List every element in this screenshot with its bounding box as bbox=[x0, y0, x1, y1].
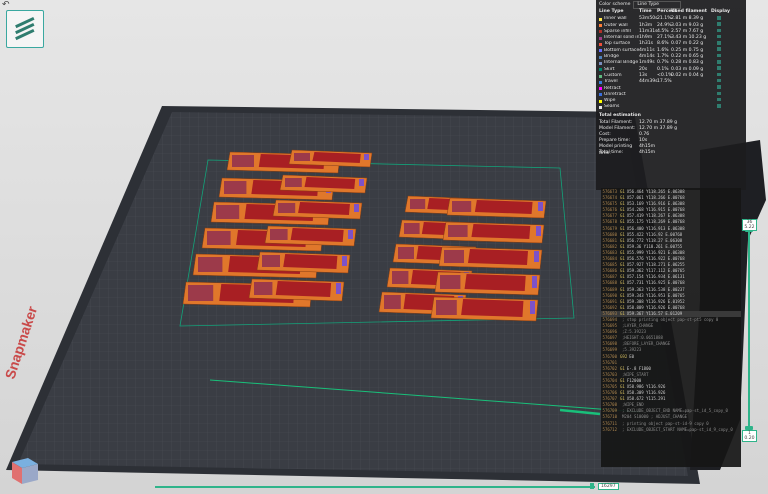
legend-percent: 0.1% bbox=[657, 66, 669, 72]
legend-name: Top surface bbox=[604, 41, 631, 47]
plate-thumbnail[interactable] bbox=[6, 10, 44, 48]
print-object[interactable] bbox=[434, 271, 541, 296]
move-slider-handle[interactable] bbox=[590, 483, 594, 489]
legend-name: Outer wall bbox=[604, 22, 628, 28]
legend-swatch bbox=[599, 61, 602, 65]
legend-swatch bbox=[599, 68, 602, 72]
layer-bottom-label: 1 0.20 bbox=[742, 430, 757, 442]
col-used: Used filament bbox=[671, 9, 707, 15]
legend-used: 0.25 m 0.75 g bbox=[671, 47, 704, 53]
legend-name: Internal solid infill bbox=[604, 35, 639, 41]
print-object[interactable] bbox=[438, 246, 543, 270]
legend-used: 2.81 m 8.39 g bbox=[671, 16, 704, 22]
legend-name: Bottom surface bbox=[604, 47, 639, 53]
gcode-line[interactable]: 576712 ; EXCLUDE_OBJECT_START NAME=pap-st… bbox=[601, 427, 741, 433]
print-object[interactable] bbox=[248, 278, 345, 302]
print-object[interactable] bbox=[288, 149, 373, 168]
legend-used: 3.03 m 9.03 g bbox=[671, 22, 704, 28]
estimation-rows: Total Filament: 12.70 m 37.89 g Model Fila… bbox=[599, 120, 743, 156]
view-cube-icon[interactable] bbox=[8, 452, 42, 486]
print-object[interactable] bbox=[272, 199, 363, 220]
back-arrow-icon[interactable]: ↶ bbox=[2, 1, 10, 10]
legend-row[interactable]: Seams bbox=[599, 104, 743, 110]
legend-swatch bbox=[599, 17, 602, 21]
legend-swatch bbox=[599, 43, 602, 47]
legend-used: 0.02 m 0.04 g bbox=[671, 72, 704, 78]
legend-time: 1h3m bbox=[639, 22, 653, 28]
color-scheme-select[interactable]: Line Type bbox=[633, 1, 682, 9]
legend-swatch bbox=[599, 80, 602, 84]
legend-panel: Color scheme Line Type Line Type Time Pe… bbox=[596, 0, 746, 190]
gcode-viewer[interactable]: 576673 G1 X56.464 Y118.265 E.06308 576674 G1… bbox=[601, 188, 741, 467]
print-object[interactable] bbox=[256, 251, 351, 274]
legend-name: Wipe bbox=[604, 98, 616, 104]
gcode-text: ; EXCLUDE_OBJECT_START NAME=pap-st_id_9_… bbox=[622, 426, 733, 432]
legend-swatch bbox=[599, 87, 602, 91]
legend-name: Custom bbox=[604, 72, 622, 78]
print-object[interactable] bbox=[279, 174, 368, 194]
legend-percent: 0.7% bbox=[657, 60, 669, 66]
move-slider-value: 16297 bbox=[598, 483, 619, 490]
legend-used: 0.03 m 0.09 g bbox=[671, 66, 704, 72]
print-object[interactable] bbox=[264, 225, 357, 247]
estimation-row: Total time: 4h15m bbox=[599, 150, 743, 156]
legend-swatch bbox=[599, 99, 602, 103]
col-percent: Percent bbox=[657, 9, 678, 15]
legend-percent: 8.6% bbox=[657, 41, 669, 47]
legend-name: Internal Bridge bbox=[604, 60, 639, 66]
layer-top-label: 36 5.22 bbox=[742, 219, 757, 231]
legend-swatch bbox=[599, 93, 602, 97]
legend-header: Line Type Time Percent Used filament Dis… bbox=[599, 9, 743, 16]
legend-name: Skirt bbox=[604, 66, 615, 72]
legend-swatch bbox=[599, 24, 602, 28]
legend-used: 0.07 m 0.22 g bbox=[671, 41, 704, 47]
legend-time: 1h31s bbox=[639, 41, 654, 47]
col-time: Time bbox=[639, 9, 652, 15]
legend-time: 44m39s bbox=[639, 79, 658, 85]
legend-swatch bbox=[599, 106, 602, 109]
legend-name: Unretract bbox=[604, 91, 626, 97]
legend-name: Inner wall bbox=[604, 16, 627, 22]
display-checkbox[interactable] bbox=[711, 104, 729, 111]
legend-percent: 17.5% bbox=[657, 79, 672, 85]
col-display: Display bbox=[711, 9, 730, 15]
legend-swatch bbox=[599, 55, 602, 59]
legend-swatch bbox=[599, 36, 602, 40]
legend-swatch bbox=[599, 49, 602, 53]
gcode-command: G92 bbox=[620, 353, 628, 359]
bed-brand: Snapmaker bbox=[2, 304, 41, 381]
print-object[interactable] bbox=[442, 221, 545, 244]
legend-rows: Inner wall 53m50s 21.1% 2.81 m 8.39 g Outer … bbox=[599, 16, 743, 110]
legend-time: 1m49s bbox=[639, 60, 655, 66]
legend-name: Retract bbox=[604, 85, 621, 91]
legend-percent: 24.9% bbox=[657, 22, 672, 28]
legend-swatch bbox=[599, 74, 602, 78]
estimation-value: 4h15m bbox=[639, 150, 656, 156]
layer-slider-track[interactable] bbox=[748, 228, 750, 428]
legend-name: Seams bbox=[604, 104, 620, 110]
print-object[interactable] bbox=[430, 296, 539, 322]
legend-time: 53m50s bbox=[639, 16, 658, 22]
print-object[interactable] bbox=[446, 197, 547, 219]
legend-percent: 1.6% bbox=[657, 47, 669, 53]
legend-swatch bbox=[599, 30, 602, 34]
col-line-type: Line Type bbox=[599, 9, 624, 15]
legend-used: 0.28 m 0.83 g bbox=[671, 60, 704, 66]
estimation-label: Total time: bbox=[599, 150, 624, 156]
legend-title: Color scheme bbox=[599, 1, 631, 7]
legend-time: 20s bbox=[639, 66, 648, 72]
legend-percent: 21.1% bbox=[657, 16, 672, 22]
gcode-text: E0 bbox=[629, 353, 635, 359]
gcode-line-number: 576712 bbox=[602, 426, 617, 432]
legend-name: Travel bbox=[604, 79, 618, 85]
move-slider-track[interactable] bbox=[155, 486, 595, 488]
legend-name: Sparse infill bbox=[604, 28, 631, 34]
legend-time: 4m11s bbox=[639, 47, 655, 53]
legend-name: Bridge bbox=[604, 54, 619, 60]
